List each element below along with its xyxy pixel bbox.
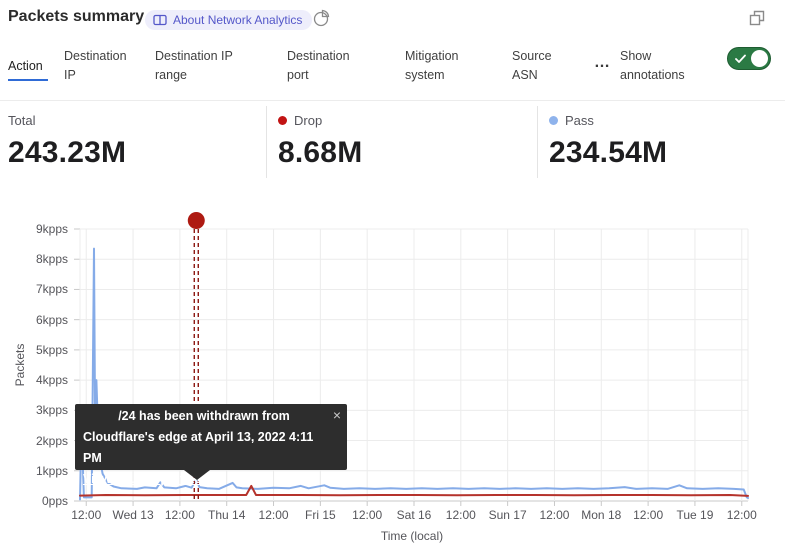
popout-icon[interactable] <box>749 10 765 31</box>
y-tick-label: 8kpps <box>0 251 68 267</box>
y-tick-label: 7kpps <box>0 281 68 297</box>
pass-dot-icon <box>549 116 558 125</box>
x-axis-labels: 12:00Wed 1312:00Thu 1412:00Fri 1512:00Sa… <box>0 507 785 523</box>
x-tick-label: Thu 14 <box>203 507 251 523</box>
x-tick-label: 12:00 <box>437 507 485 523</box>
tab-source-asn[interactable]: Source ASN <box>512 47 564 85</box>
stat-pass-value: 234.54M <box>549 136 667 170</box>
x-tick-label: 12:00 <box>156 507 204 523</box>
drop-dot-icon <box>278 116 287 125</box>
close-icon[interactable]: × <box>333 405 341 426</box>
tab-mitigation-system[interactable]: Mitigation system <box>405 47 477 85</box>
tab-action-label: Action <box>8 59 43 73</box>
x-tick-label: 12:00 <box>250 507 298 523</box>
annotation-tooltip: /24 has been withdrawn from Cloudflare's… <box>75 404 347 470</box>
x-tick-label: Fri 15 <box>296 507 344 523</box>
y-tick-label: 1kpps <box>0 463 68 479</box>
tooltip-pointer <box>184 470 210 480</box>
time-window-icon[interactable] <box>312 9 330 32</box>
stat-drop: Drop 8.68M <box>278 112 362 170</box>
stat-total-label: Total <box>8 113 35 128</box>
x-tick-label: Sun 17 <box>484 507 532 523</box>
stat-pass: Pass 234.54M <box>549 112 667 170</box>
divider <box>0 100 785 101</box>
page-title: Packets summary <box>8 8 144 26</box>
stat-total: Total 243.23M <box>8 112 126 170</box>
x-tick-label: Mon 18 <box>577 507 625 523</box>
stat-drop-value: 8.68M <box>278 136 362 170</box>
tab-destination-port[interactable]: Destination port <box>287 47 365 85</box>
x-tick-label: Sat 16 <box>390 507 438 523</box>
y-tick-label: 2kpps <box>0 433 68 449</box>
divider <box>537 106 538 178</box>
tab-action[interactable]: Action <box>8 57 48 76</box>
divider <box>266 106 267 178</box>
x-tick-label: 12:00 <box>530 507 578 523</box>
x-axis-title: Time (local) <box>74 529 750 543</box>
tab-source-asn-label: Source ASN <box>512 49 552 82</box>
about-network-analytics-badge[interactable]: About Network Analytics <box>145 10 312 30</box>
tab-destination-port-label: Destination port <box>287 49 350 82</box>
tab-destination-ip-label: Destination IP <box>64 49 127 82</box>
x-tick-label: 12:00 <box>624 507 672 523</box>
stat-total-value: 243.23M <box>8 136 126 170</box>
packets-chart: Packets 0pps1kpps2kpps3kpps4kpps5kpps6kp… <box>0 210 785 555</box>
book-icon <box>153 14 167 26</box>
y-tick-label: 9kpps <box>0 221 68 237</box>
stat-pass-label: Pass <box>565 113 594 128</box>
show-annotations-toggle[interactable] <box>727 47 771 70</box>
annotation-marker[interactable] <box>188 212 205 229</box>
stat-drop-label: Drop <box>294 113 322 128</box>
annotation-message-line1: /24 has been withdrawn from <box>83 406 325 427</box>
y-tick-label: 6kpps <box>0 312 68 328</box>
check-icon <box>735 54 746 64</box>
x-tick-label: Tue 19 <box>671 507 719 523</box>
y-tick-label: 4kpps <box>0 372 68 388</box>
tab-mitigation-system-label: Mitigation system <box>405 49 459 82</box>
more-tabs-icon[interactable]: … <box>594 54 611 72</box>
x-tick-label: Wed 13 <box>109 507 157 523</box>
tab-destination-ip-range-label: Destination IP range <box>155 49 233 82</box>
x-tick-label: 12:00 <box>62 507 110 523</box>
y-tick-label: 3kpps <box>0 402 68 418</box>
toggle-knob <box>751 50 768 67</box>
tab-destination-ip-range[interactable]: Destination IP range <box>155 47 247 85</box>
show-annotations-label: Show annotations <box>620 47 706 85</box>
tab-destination-ip[interactable]: Destination IP <box>64 47 136 85</box>
y-tick-label: 5kpps <box>0 342 68 358</box>
x-tick-label: 12:00 <box>718 507 766 523</box>
about-badge-label: About Network Analytics <box>173 13 302 27</box>
annotation-message-line2: Cloudflare's edge at April 13, 2022 4:11… <box>83 427 325 469</box>
packets-summary-card: Packets summary About Network Analytics … <box>0 0 785 555</box>
x-tick-label: 12:00 <box>343 507 391 523</box>
